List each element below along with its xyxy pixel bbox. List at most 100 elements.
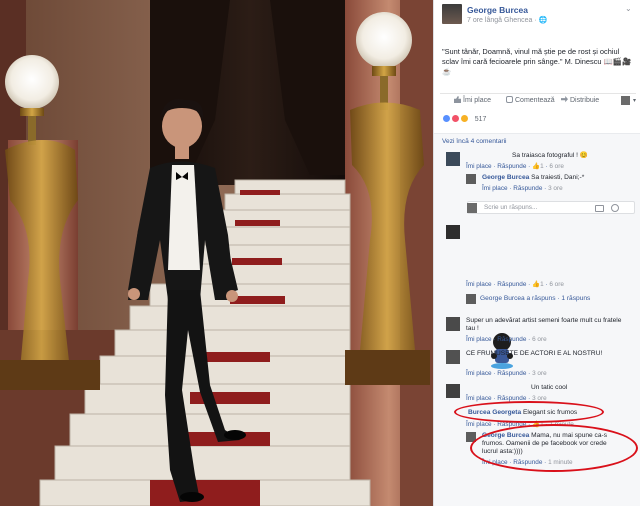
comment-text: Super un adevărat artist semeni foarte m… [466, 317, 622, 332]
share-icon [561, 96, 568, 103]
comment-reply-link[interactable]: Răspunde [513, 459, 542, 466]
globe-icon: 🌐 [538, 17, 548, 24]
share-button[interactable]: Distribuie [561, 96, 599, 104]
comment-reply-link[interactable]: Răspunde [497, 163, 526, 170]
reactions-count: 517 [474, 116, 487, 123]
comment-text: CE FRUMUSETE DE ACTORI E AL NOSTRU! [466, 350, 603, 357]
comment-reply-link[interactable]: Răspunde [497, 336, 526, 343]
reply-placeholder: Scrie un răspuns... [484, 204, 538, 211]
comment-likes[interactable]: 👍1 [532, 421, 544, 428]
commenter-avatar[interactable] [446, 317, 460, 331]
comment-like-link[interactable]: Îmi place [466, 421, 492, 428]
comment-time[interactable]: 6 ore [532, 336, 547, 343]
post-text: "Sunt tânăr, Doamnă, vinul mă știe pe de… [442, 47, 632, 76]
commenter-name[interactable]: George Burcea [482, 432, 529, 439]
comment-like-link[interactable]: Îmi place [466, 370, 492, 377]
commenter-name[interactable]: George Burcea [482, 174, 529, 181]
comment-reply-link[interactable]: Răspunde [497, 370, 526, 377]
comments-list: Vezi încă 4 comentarii Sa traiasca fotog… [434, 133, 640, 506]
reply-summary-text: George Burcea a răspuns · 1 răspuns [480, 295, 591, 302]
comment-like-link[interactable]: Îmi place [466, 163, 492, 170]
comment-time[interactable]: 1 minute [549, 421, 574, 428]
comment-time[interactable]: 6 ore [549, 281, 564, 288]
camera-icon[interactable] [595, 205, 604, 212]
comment-actions: Îmi place · Răspunde · 👍1 · 6 ore [466, 163, 564, 170]
comment: Îmi place · Răspunde · 👍1 · 6 ore [446, 225, 636, 369]
comment-actions: Îmi place · Răspunde · 6 ore [466, 336, 547, 343]
like-count-icon: 👍 [532, 163, 541, 170]
comment-text: Sa traiasca fotograful ! 😊 [512, 152, 589, 159]
love-reaction-icon [451, 114, 461, 123]
comment: CE FRUMUSETE DE ACTORI E AL NOSTRU! Îmi … [446, 350, 636, 384]
comment-likes[interactable]: 👍1 [532, 163, 544, 170]
comment-like-link[interactable]: Îmi place [482, 459, 508, 466]
comment-time[interactable]: 1 minute [548, 459, 573, 466]
comment-actions: Îmi place · Răspunde · 1 minute [482, 459, 573, 466]
post-header: George Burcea 7 ore lângă Ghencea · 🌐 ⌄ [442, 4, 637, 28]
comment: Un tatic cool Îmi place · Răspunde · 3 o… [446, 384, 636, 408]
photo-scene [0, 0, 433, 506]
commenter-avatar[interactable] [466, 174, 476, 184]
like-count-icon: 👍 [532, 421, 541, 428]
commenter-avatar[interactable] [446, 225, 460, 239]
comment-reply: George Burcea Sa traiesti, Dani;-* Îmi p… [466, 174, 636, 198]
comment-reply-link[interactable]: Răspunde [497, 395, 526, 402]
comment-reply-link[interactable]: Răspunde [513, 185, 542, 192]
like-label: Îmi place [463, 97, 492, 104]
comment-text: George Burcea Mama, nu mai spune ca-s fr… [482, 432, 622, 456]
like-count-icon: 👍 [532, 281, 541, 288]
commenter-avatar[interactable] [446, 350, 460, 364]
comment-actions: Îmi place · Răspunde · 👍1 · 6 ore [466, 281, 564, 288]
post-meta: 7 ore lângă Ghencea · 🌐 [467, 16, 547, 24]
comment-text: George Burcea Sa traiesti, Dani;-* [482, 174, 584, 182]
replier-avatar [466, 294, 476, 304]
comment-actions: Îmi place · Răspunde · 3 ore [466, 370, 547, 377]
comment-likes-count: 1 [540, 421, 544, 428]
viewer-avatar [467, 203, 477, 213]
comment-reply-link[interactable]: Răspunde [497, 421, 526, 428]
comment-like-link[interactable]: Îmi place [466, 395, 492, 402]
comment-icon [506, 96, 513, 103]
comment-reply-link[interactable]: Răspunde [497, 281, 526, 288]
comment-body: Sa traiesti, Dani;-* [531, 174, 585, 181]
comment-text: Un tatic cool [531, 384, 568, 391]
comment-actions: Îmi place · Răspunde · 3 ore [482, 185, 563, 192]
comment-time[interactable]: 3 ore [532, 370, 547, 377]
comments-panel: George Burcea 7 ore lângă Ghencea · 🌐 ⌄ … [433, 0, 640, 506]
comment-actions: Îmi place · Răspunde · 3 ore [466, 395, 547, 402]
like-button[interactable]: Îmi place [454, 96, 491, 104]
comment-time[interactable]: 3 ore [548, 185, 563, 192]
comment-time[interactable]: 3 ore [532, 395, 547, 402]
comment-body: Elegant sic frumos [522, 409, 578, 416]
comment-reply: George Burcea Mama, nu mai spune ca-s fr… [466, 432, 636, 472]
wow-reaction-icon [460, 114, 470, 123]
reactions-summary[interactable]: 517 [442, 114, 486, 124]
post-actions: Îmi place Comentează Distribuie ▾ [440, 93, 636, 107]
commenter-avatar[interactable] [446, 384, 460, 398]
chevron-down-icon[interactable]: ⌄ [625, 5, 635, 13]
share-label: Distribuie [570, 97, 600, 104]
comment-actions: Îmi place · Răspunde · 👍1 · 1 minute [466, 421, 574, 428]
reply-summary[interactable]: George Burcea a răspuns · 1 răspuns [466, 294, 636, 306]
emoji-icon[interactable] [611, 204, 619, 212]
comment-button[interactable]: Comentează [506, 96, 555, 104]
commenter-avatar[interactable] [446, 152, 460, 166]
comment-text: Burcea Georgeta Elegant sic frumos [468, 409, 577, 417]
like-reaction-icon [442, 114, 451, 123]
comment-likes-count: 1 [540, 281, 544, 288]
comment-like-link[interactable]: Îmi place [466, 281, 492, 288]
comment-like-link[interactable]: Îmi place [466, 336, 492, 343]
comment-likes-count: 1 [540, 163, 544, 170]
author-name[interactable]: George Burcea [467, 5, 528, 15]
viewer-avatar[interactable] [621, 96, 630, 105]
commenter-avatar[interactable] [466, 432, 476, 442]
like-icon [454, 96, 461, 103]
commenter-name[interactable]: Burcea Georgeta [468, 409, 521, 416]
author-avatar[interactable] [442, 4, 462, 24]
view-more-comments-link[interactable]: Vezi încă 4 comentarii [442, 138, 507, 145]
comment-likes[interactable]: 👍1 [532, 281, 544, 288]
comment-time[interactable]: 6 ore [549, 163, 564, 170]
comment-like-link[interactable]: Îmi place [482, 185, 508, 192]
caret-down-icon[interactable]: ▾ [633, 97, 636, 104]
post-photo[interactable] [0, 0, 433, 506]
